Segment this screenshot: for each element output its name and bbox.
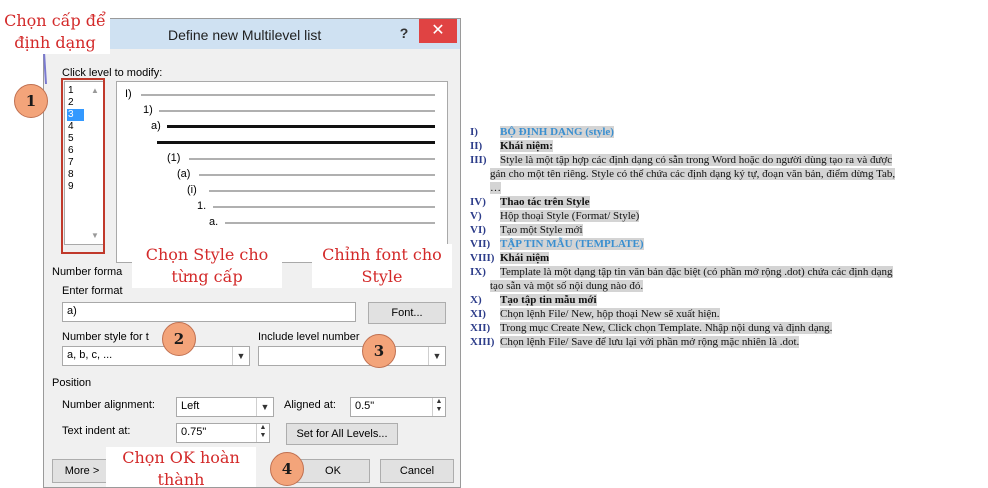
outline-item: I) BỘ ĐỊNH DẠNG (style)	[470, 126, 614, 139]
outline-number: VI)	[470, 224, 486, 236]
outline-number: V)	[470, 210, 482, 222]
outline-item: III) Style là một tập hợp các định dạng c…	[470, 154, 893, 167]
annotation-choose-style: Chọn Style cho từng cấp	[132, 244, 282, 288]
outline-number: I)	[470, 126, 478, 138]
outline-text: Template là một dạng tập tin văn bản đặc…	[500, 266, 893, 278]
outline-item: XII) Trong mục Create New, Click chọn Tem…	[470, 322, 833, 335]
outline-number: XII)	[470, 322, 491, 334]
outline-text: Thao tác trên Style	[500, 196, 590, 208]
annotation-choose-level: Chọn cấp để định dạng	[0, 10, 110, 54]
step-circle-3: 3	[362, 334, 396, 368]
outline-text: Style là một tập hợp các định dạng có sẵ…	[500, 154, 893, 166]
outline-text: gán cho một tên riêng. Style có thể chứa…	[490, 168, 896, 180]
outline-number: VIII)	[470, 252, 495, 264]
outline-item: XIII) Chọn lệnh File/ Save để lưu lại với…	[470, 336, 800, 349]
outline-number: XI)	[470, 308, 486, 320]
outline-item: VI) Tạo một Style mới	[470, 224, 583, 237]
outline-number: III)	[470, 154, 487, 166]
arrow-line	[43, 51, 47, 85]
outline-item: VIII) Khái niệm	[470, 252, 550, 265]
outline-number: VII)	[470, 238, 491, 250]
outline-number: IV)	[470, 196, 486, 208]
outline-item: tạo sẵn và một số nội dung nào đó.	[490, 280, 644, 293]
outline-text: Tạo một Style mới	[500, 224, 583, 236]
outline-item: X) Tạo tập tin mẫu mới	[470, 294, 597, 307]
step-circle-4: 4	[270, 452, 304, 486]
outline-text: TẬP TIN MẪU (TEMPLATE)	[500, 238, 644, 250]
outline-item: …	[490, 182, 501, 195]
outline-number: IX)	[470, 266, 486, 278]
outline-item: IV) Thao tác trên Style	[470, 196, 590, 209]
outline-text: …	[490, 182, 501, 194]
outline-item: VII) TẬP TIN MẪU (TEMPLATE)	[470, 238, 644, 251]
outline-text: Khái niệm	[500, 252, 550, 264]
step-circle-2: 2	[162, 322, 196, 356]
outline-text: Khái niệm:	[500, 140, 553, 152]
outline-item: IX) Template là một dạng tập tin văn bản …	[470, 266, 893, 279]
outline-item: II) Khái niệm:	[470, 140, 553, 153]
annotation-font-style: Chỉnh font cho Style	[312, 244, 452, 288]
outline-item: gán cho một tên riêng. Style có thể chứa…	[490, 168, 896, 181]
outline-text: Hộp thoại Style (Format/ Style)	[500, 210, 640, 222]
annotation-ok-done: Chọn OK hoàn thành	[106, 447, 256, 487]
outline-number: X)	[470, 294, 482, 306]
outline-item: V) Hộp thoại Style (Format/ Style)	[470, 210, 640, 223]
outline-text: Chọn lệnh File/ Save để lưu lại với phần…	[500, 336, 800, 348]
outline-text: Chọn lệnh File/ New, hộp thoại New sẽ xu…	[500, 308, 720, 320]
outline-text: Tạo tập tin mẫu mới	[500, 294, 597, 306]
outline-number: XIII)	[470, 336, 495, 348]
step-circle-1: 1	[14, 84, 48, 118]
outline-number: II)	[470, 140, 483, 152]
outline-text: BỘ ĐỊNH DẠNG (style)	[500, 126, 614, 138]
outline-text: tạo sẵn và một số nội dung nào đó.	[490, 280, 644, 292]
outline-item: XI) Chọn lệnh File/ New, hộp thoại New sẽ…	[470, 308, 720, 321]
outline-text: Trong mục Create New, Click chọn Templat…	[500, 322, 833, 334]
